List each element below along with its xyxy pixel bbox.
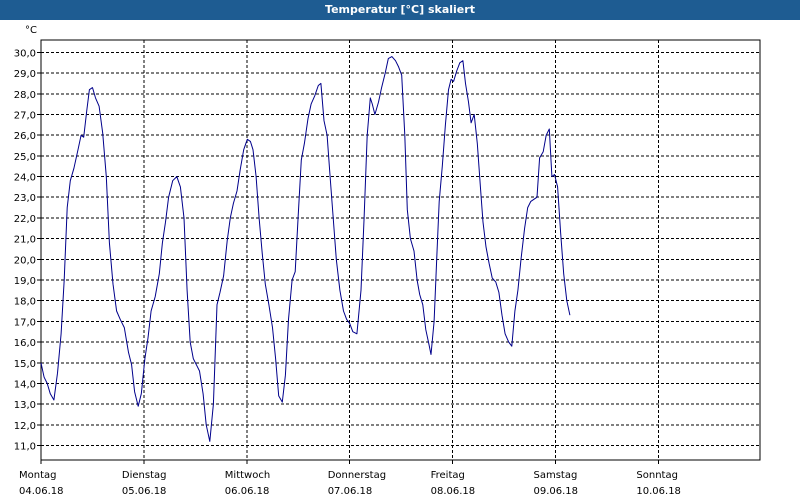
y-tick-label: 21,0 [14,235,36,246]
y-tick-label: 28,0 [14,90,36,101]
x-tick-label-date: 08.06.18 [431,486,476,497]
y-tick-label: 19,0 [14,276,36,287]
y-tick-label: 26,0 [14,131,36,142]
x-tick-label-day: Mittwoch [225,470,270,481]
x-tick-label-date: 06.06.18 [225,486,270,497]
x-tick-label-date: 04.06.18 [19,486,64,497]
x-tick-label-day: Sonntag [636,470,678,481]
y-tick-label: 25,0 [14,152,36,163]
y-tick-label: 13,0 [14,400,36,411]
y-tick-label: 27,0 [14,110,36,121]
x-tick-label-date: 10.06.18 [636,486,681,497]
y-tick-label: 14,0 [14,379,36,390]
y-tick-label: 23,0 [14,193,36,204]
chart-area: 11,0 12,0 13,0 14,0 15,0 16,0 17,0 18,0 19,0 20,0… [0,20,800,500]
y-tick-label: 20,0 [14,255,36,266]
x-tick-label-day: Freitag [431,470,465,481]
y-tick-label: 29,0 [14,69,36,80]
x-tick-label-date: 07.06.18 [328,486,373,497]
x-tick-label-day: Dienstag [122,470,167,481]
grid-lines [41,40,760,460]
chart-window: Temperatur [°C] skaliert 11,0 12,0 13,0 14,… [0,0,800,500]
tick-labels: 11,0 12,0 13,0 14,0 15,0 16,0 17,0 18,0 19,0 20,0… [14,25,681,497]
y-tick-label: 11,0 [14,442,36,453]
y-tick-label: 15,0 [14,359,36,370]
x-tick-label-day: Donnerstag [328,470,386,481]
y-tick-label: 12,0 [14,421,36,432]
y-tick-label: 17,0 [14,317,36,328]
temperature-chart: 11,0 12,0 13,0 14,0 15,0 16,0 17,0 18,0 19,0 20,0… [14,25,761,497]
x-tick-label-day: Montag [19,470,56,481]
window-title: Temperatur [°C] skaliert [0,0,800,20]
y-tick-label: 30,0 [14,48,36,59]
series-layer [40,56,571,442]
x-tick-label-day: Samstag [534,470,578,481]
y-tick-label: 16,0 [14,338,36,349]
y-tick-label: 18,0 [14,297,36,308]
y-axis-label: °C [25,25,37,36]
axes [37,39,761,464]
plot-frame [40,39,761,461]
y-tick-label: 24,0 [14,173,36,184]
x-tick-label-date: 05.06.18 [122,486,167,497]
y-tick-label: 22,0 [14,214,36,225]
x-tick-label-date: 09.06.18 [534,486,579,497]
temperature-series-line [40,56,571,442]
